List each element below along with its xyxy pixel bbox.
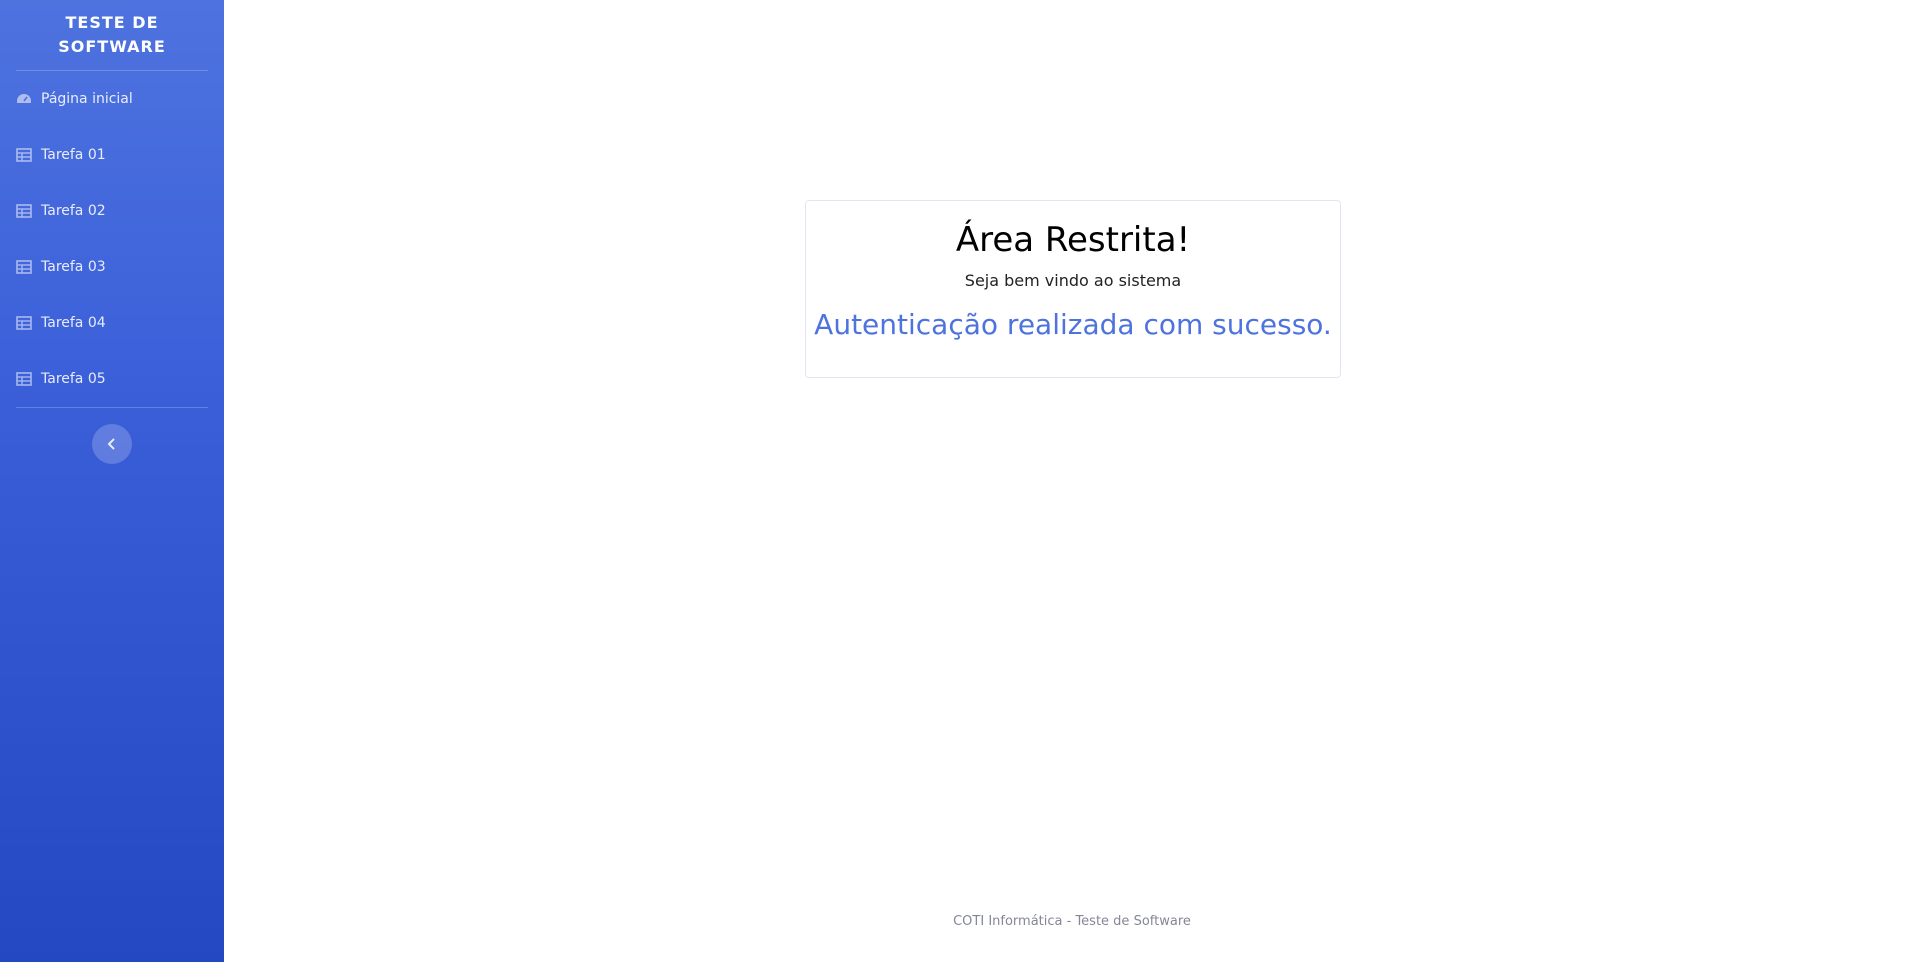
auth-success-message: Autenticação realizada com sucesso. (814, 308, 1332, 341)
sidebar-item-label: Tarefa 02 (41, 203, 106, 219)
footer-text: COTI Informática - Teste de Software (953, 914, 1191, 929)
sidebar-nav: Página inicial Tarefa 01 Tarefa 02 Taref… (16, 71, 208, 407)
sidebar-item-label: Tarefa 05 (41, 371, 106, 387)
page-title: Área Restrita! (955, 220, 1191, 260)
tachometer-icon (16, 92, 32, 106)
sidebar-item-tarefa-01[interactable]: Tarefa 01 (16, 127, 208, 183)
table-icon (16, 260, 32, 274)
sidebar-item-tarefa-05[interactable]: Tarefa 05 (16, 351, 208, 407)
sidebar-item-tarefa-02[interactable]: Tarefa 02 (16, 183, 208, 239)
sidebar-brand[interactable]: TESTE DE SOFTWARE (16, 0, 208, 70)
table-icon (16, 204, 32, 218)
sidebar-item-pagina-inicial[interactable]: Página inicial (16, 71, 208, 127)
welcome-subtitle: Seja bem vindo ao sistema (964, 271, 1182, 290)
table-icon (16, 316, 32, 330)
sidebar-item-tarefa-04[interactable]: Tarefa 04 (16, 295, 208, 351)
sidebar-item-tarefa-03[interactable]: Tarefa 03 (16, 239, 208, 295)
sidebar: TESTE DE SOFTWARE Página inicial Tarefa … (0, 0, 224, 962)
app-root: TESTE DE SOFTWARE Página inicial Tarefa … (0, 0, 1920, 962)
brand-text: TESTE DE SOFTWARE (58, 13, 166, 56)
sidebar-item-label: Tarefa 01 (41, 147, 106, 163)
welcome-card: Área Restrita! Seja bem vindo ao sistema… (805, 200, 1341, 378)
chevron-left-icon (107, 438, 117, 450)
table-icon (16, 148, 32, 162)
footer: COTI Informática - Teste de Software (224, 914, 1920, 929)
sidebar-toggle-wrap (16, 408, 208, 464)
main-content: Área Restrita! Seja bem vindo ao sistema… (224, 0, 1920, 962)
sidebar-item-label: Tarefa 03 (41, 259, 106, 275)
table-icon (16, 372, 32, 386)
sidebar-item-label: Tarefa 04 (41, 315, 106, 331)
sidebar-toggle-button[interactable] (92, 424, 132, 464)
sidebar-item-label: Página inicial (41, 91, 133, 107)
